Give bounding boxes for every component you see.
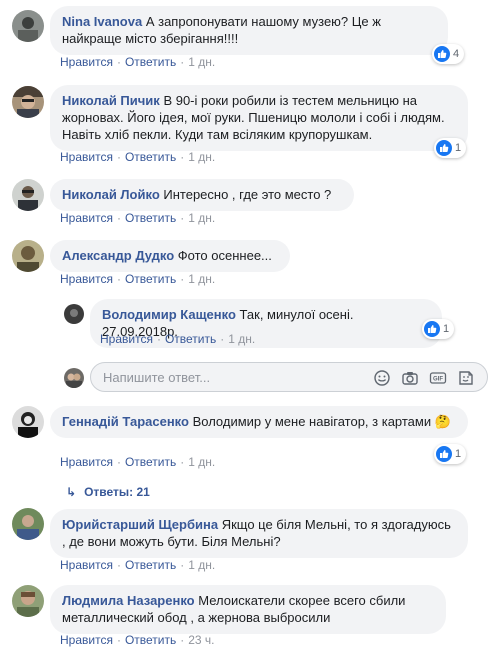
- timestamp[interactable]: 1 дн.: [188, 455, 215, 469]
- comment-author[interactable]: Геннадій Тарасенко: [62, 414, 189, 429]
- separator: ·: [116, 272, 121, 286]
- avatar[interactable]: [12, 406, 44, 438]
- reaction-count[interactable]: 1: [434, 138, 467, 158]
- comment-author[interactable]: Николай Пичик: [62, 93, 160, 108]
- timestamp[interactable]: 1 дн.: [188, 558, 215, 572]
- comment-bubble: Nina Ivanova А запропонувати нашому музе…: [50, 6, 448, 55]
- comment-actions: Нравится · Ответить · 1 дн.: [60, 455, 215, 469]
- comment-author[interactable]: Володимир Кащенко: [102, 307, 236, 322]
- reply-button[interactable]: Ответить: [125, 272, 176, 286]
- avatar[interactable]: [12, 508, 44, 540]
- reply-button[interactable]: Ответить: [125, 455, 176, 469]
- comment-actions: Нравится · Ответить · 1 дн.: [60, 55, 215, 69]
- comment-actions: Нравится · Ответить · 1 дн.: [100, 332, 255, 346]
- timestamp[interactable]: 1 дн.: [228, 332, 255, 346]
- like-button[interactable]: Нравится: [60, 633, 113, 647]
- reply-button[interactable]: Ответить: [165, 332, 216, 346]
- thinking-emoji: 🤔: [434, 414, 451, 429]
- reaction-number: 1: [455, 142, 462, 154]
- comment-actions: Нравится · Ответить · 23 ч.: [60, 633, 215, 647]
- comment-author[interactable]: Николай Лойко: [62, 187, 160, 202]
- comment-author[interactable]: Nina Ivanova: [62, 14, 142, 29]
- like-button[interactable]: Нравится: [60, 272, 113, 286]
- separator: ·: [116, 211, 121, 225]
- avatar[interactable]: [12, 10, 44, 42]
- timestamp[interactable]: 1 дн.: [188, 55, 215, 69]
- comment-text: Володимир у мене навігатор, з картами: [192, 414, 432, 429]
- avatar[interactable]: [12, 86, 44, 118]
- avatar[interactable]: [12, 179, 44, 211]
- like-icon: [434, 46, 450, 62]
- timestamp[interactable]: 1 дн.: [188, 150, 215, 164]
- reaction-count[interactable]: 1: [422, 319, 455, 339]
- emoji-icon[interactable]: [373, 369, 391, 387]
- separator: ·: [116, 633, 121, 647]
- like-button[interactable]: Нравится: [60, 150, 113, 164]
- like-button[interactable]: Нравится: [60, 211, 113, 225]
- separator: ·: [180, 455, 185, 469]
- separator: ·: [180, 55, 185, 69]
- reply-box: GIF: [90, 362, 488, 392]
- reply-button[interactable]: Ответить: [125, 55, 176, 69]
- timestamp[interactable]: 1 дн.: [188, 272, 215, 286]
- replies-count: Ответы: 21: [84, 485, 150, 499]
- separator: ·: [180, 150, 185, 164]
- view-replies-link[interactable]: ↳ Ответы: 21: [66, 485, 150, 499]
- comment-author[interactable]: Юрийстарший Щербина: [62, 517, 218, 532]
- camera-icon[interactable]: [401, 369, 419, 387]
- like-button[interactable]: Нравится: [60, 55, 113, 69]
- reply-button[interactable]: Ответить: [125, 211, 176, 225]
- reply-button[interactable]: Ответить: [125, 150, 176, 164]
- reaction-number: 1: [443, 323, 450, 335]
- like-icon: [424, 321, 440, 337]
- like-icon: [436, 446, 452, 462]
- comment-actions: Нравится · Ответить · 1 дн.: [60, 272, 215, 286]
- reaction-number: 4: [453, 48, 460, 60]
- comment-actions: Нравится · Ответить · 1 дн.: [60, 211, 215, 225]
- separator: ·: [180, 633, 185, 647]
- separator: ·: [116, 455, 121, 469]
- reaction-number: 1: [455, 448, 462, 460]
- reply-input[interactable]: [103, 369, 373, 386]
- avatar[interactable]: [12, 585, 44, 617]
- comment-actions: Нравится · Ответить · 1 дн.: [60, 150, 215, 164]
- separator: ·: [116, 55, 121, 69]
- sticker-icon[interactable]: [457, 369, 475, 387]
- separator: ·: [156, 332, 161, 346]
- separator: ·: [180, 272, 185, 286]
- timestamp[interactable]: 1 дн.: [188, 211, 215, 225]
- like-button[interactable]: Нравится: [60, 558, 113, 572]
- reply-button[interactable]: Ответить: [125, 633, 176, 647]
- comment-bubble: Геннадій Тарасенко Володимир у мене наві…: [50, 406, 468, 438]
- reaction-count[interactable]: 1: [434, 444, 467, 464]
- avatar[interactable]: [12, 240, 44, 272]
- reply-button[interactable]: Ответить: [125, 558, 176, 572]
- separator: ·: [180, 558, 185, 572]
- comment-text: Интересно , где это место ?: [163, 187, 332, 202]
- comment-bubble: Николай Пичик В 90-і роки робили із тест…: [50, 85, 468, 151]
- separator: ·: [116, 558, 121, 572]
- gif-icon[interactable]: GIF: [429, 369, 447, 387]
- comment-bubble: Александр Дудко Фото осеннее...: [50, 240, 290, 272]
- avatar[interactable]: [64, 304, 84, 324]
- separator: ·: [180, 211, 185, 225]
- comment-author[interactable]: Людмила Назаренко: [62, 593, 195, 608]
- comment-actions: Нравится · Ответить · 1 дн.: [60, 558, 215, 572]
- svg-text:GIF: GIF: [433, 377, 443, 383]
- reaction-count[interactable]: 4: [432, 44, 465, 64]
- like-button[interactable]: Нравится: [60, 455, 113, 469]
- comment-bubble: Людмила Назаренко Мелоискатели скорее вс…: [50, 585, 446, 634]
- comment-text: Фото осеннее...: [177, 248, 272, 263]
- like-button[interactable]: Нравится: [100, 332, 153, 346]
- reply-arrow-icon: ↳: [66, 485, 77, 499]
- timestamp[interactable]: 23 ч.: [188, 633, 214, 647]
- like-icon: [436, 140, 452, 156]
- separator: ·: [220, 332, 225, 346]
- comment-bubble: Николай Лойко Интересно , где это место …: [50, 179, 354, 211]
- separator: ·: [116, 150, 121, 164]
- comment-author[interactable]: Александр Дудко: [62, 248, 174, 263]
- comment-bubble: Юрийстарший Щербина Якщо це біля Мельні,…: [50, 509, 468, 558]
- current-user-avatar: [64, 368, 84, 388]
